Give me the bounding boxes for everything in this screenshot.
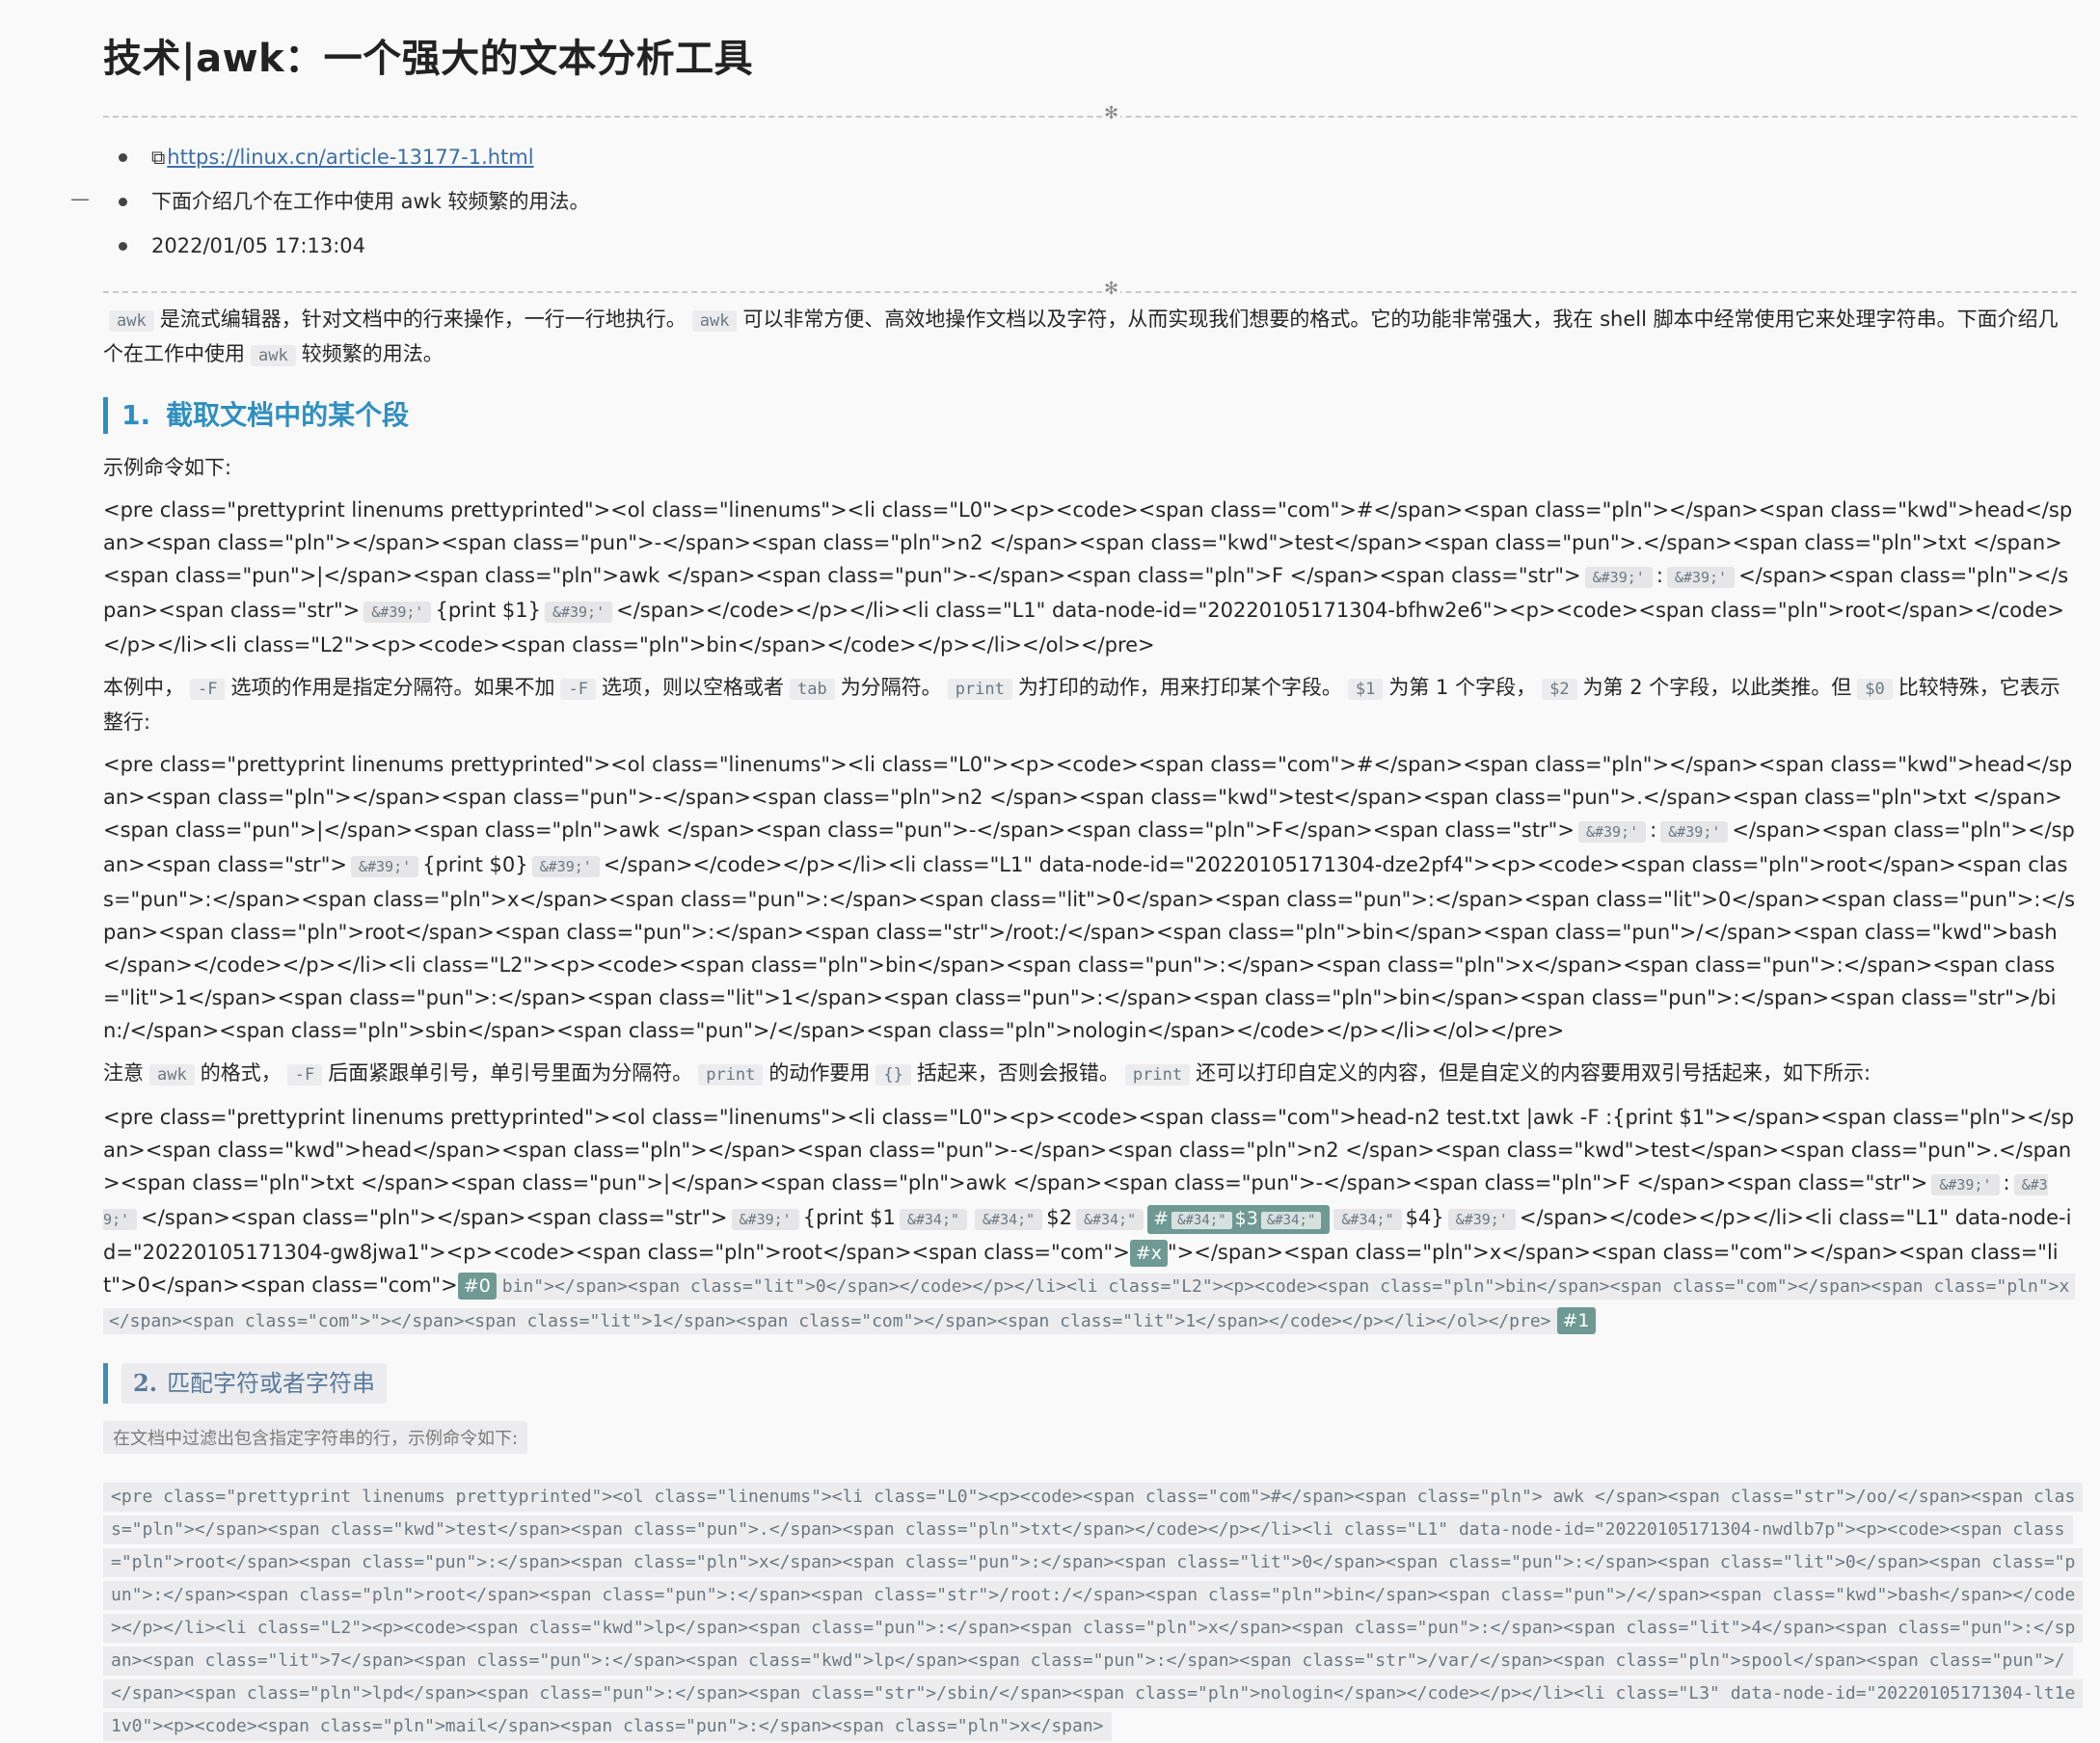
source-link[interactable]: https://linux.cn/article-13177-1.html <box>167 146 533 169</box>
entity-tag: &#34;" <box>899 1209 968 1230</box>
inline-code: -F <box>560 679 596 700</box>
entity-tag: &#39;' <box>1666 567 1736 588</box>
inline-code: tab <box>789 679 835 700</box>
inline-code: {} <box>875 1064 911 1086</box>
entity-tag: &#39;' <box>731 1209 799 1230</box>
inline-code: print <box>1124 1064 1191 1086</box>
hashtag-x[interactable]: #x <box>1129 1240 1168 1267</box>
inline-code: $2 <box>1542 679 1577 700</box>
entity-tag: &#39;' <box>544 602 613 623</box>
inline-code: print <box>947 679 1012 700</box>
inline-code: -F <box>190 679 226 700</box>
code-block-raw-1: <pre class="prettyprint linenums prettyp… <box>103 498 2073 657</box>
metadata-bottom-divider: ✻ <box>103 278 2077 301</box>
hashtag-marker[interactable]: # &#34;" $3 &#34;" <box>1147 1205 1331 1234</box>
entity-tag: &#34;" <box>1333 1209 1402 1230</box>
inline-code: $0 <box>1857 679 1893 700</box>
code-block-2: <pre class="prettyprint linenums prettyp… <box>103 1481 2084 1743</box>
code-block-raw-3: <pre class="prettyprint linenums prettyp… <box>103 1101 2077 1338</box>
entity-tag: &#39;' <box>1931 1174 2000 1195</box>
inline-code: awk <box>691 310 738 332</box>
collapse-marker-icon[interactable]: — <box>70 189 90 208</box>
entity-tag: &#34;" <box>975 1209 1043 1230</box>
section-heading-2: 2. 匹配字符或者字符串 <box>103 1363 2077 1404</box>
example-label: 示例命令如下: <box>103 456 232 479</box>
inline-code: awk <box>109 310 154 332</box>
inline-code: awk <box>149 1064 195 1086</box>
entity-tag: &#39;' <box>350 856 419 877</box>
inline-code: $1 <box>1347 679 1384 700</box>
section-heading-1: 1. 截取文档中的某个段 <box>103 397 2077 434</box>
explanation-paragraph: 本例中， -F 选项的作用是指定分隔符。如果不加 -F 选项，则以空格或者 tab 为分隔符… <box>103 676 2060 734</box>
external-link-icon[interactable]: ⧉ <box>151 135 165 179</box>
entity-tag: &#39;' <box>1577 821 1647 843</box>
code-text: <pre class="prettyprint linenums prettyp… <box>103 1483 2084 1741</box>
code-block-raw-2: <pre class="prettyprint linenums prettyp… <box>103 753 2076 1042</box>
hashtag-1[interactable]: #1 <box>1556 1307 1596 1334</box>
metadata-link-item: ⧉https://linux.cn/article-13177-1.html <box>103 135 2077 179</box>
entity-tag: &#39;' <box>1660 821 1729 843</box>
divider-star-icon: ✻ <box>1102 102 1121 125</box>
inline-code: print <box>698 1064 764 1086</box>
entity-tag: &#39;' <box>1584 567 1653 588</box>
inline-code: -F <box>286 1064 323 1086</box>
note-paragraph: 注意 awk 的格式， -F 后面紧跟单引号，单引号里面为分隔符。 print 的动作要用{… <box>103 1061 1871 1086</box>
metadata-date-item: 2022/01/05 17:13:04 <box>103 224 2077 268</box>
hashtag-0[interactable]: #0 <box>457 1273 497 1300</box>
entity-tag: &#34;" <box>1075 1209 1144 1230</box>
page-title: 技术|awk：一个强大的文本分析工具 <box>103 37 754 81</box>
entity-tag: &#39;' <box>531 856 600 877</box>
document-page: 技术|awk：一个强大的文本分析工具 ✻ — ⧉https://linux.cn… <box>0 0 2100 1741</box>
metadata-top-divider: ✻ <box>103 102 2077 125</box>
entity-tag: &#39;' <box>1447 1209 1516 1230</box>
divider-star-icon: ✻ <box>1102 278 1121 301</box>
section2-note: 在文档中过滤出包含指定字符串的行，示例命令如下: <box>103 1421 528 1454</box>
metadata-list: — ⧉https://linux.cn/article-13177-1.html… <box>70 135 2077 268</box>
inline-code: awk <box>251 345 296 366</box>
intro-paragraph: awk 是流式编辑器，针对文档中的行来操作，一行一行地执行。 awk 可以非常方便、高… <box>103 308 2059 366</box>
entity-tag: &#39;' <box>363 602 432 623</box>
metadata-summary-item: 下面介绍几个在工作中使用 awk 较频繁的用法。 <box>103 179 2077 224</box>
